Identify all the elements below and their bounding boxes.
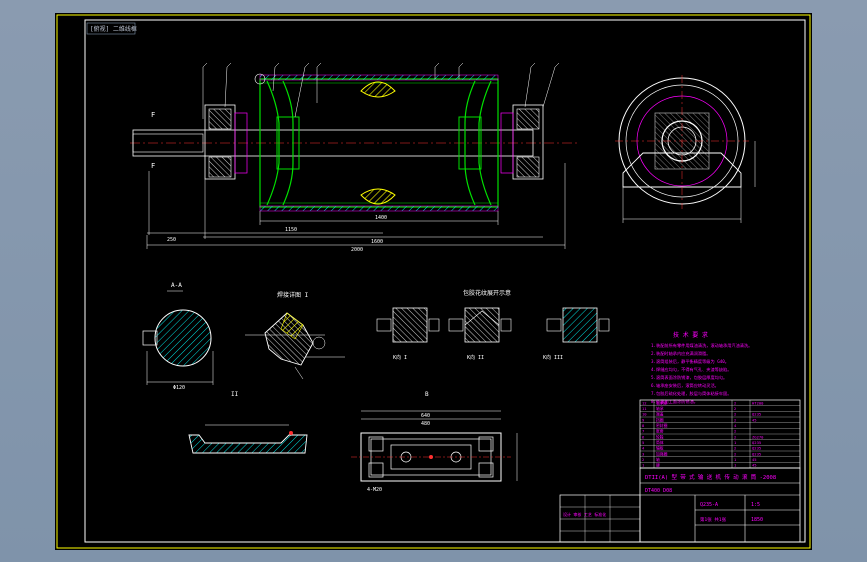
drawing-canvas: [俯视] 二维线框 F F 2000 1150 1600 1400 250 A-… [56,14,811,549]
parts-cell: 8 [642,423,645,428]
title-block: DTII(A) 型 带 式 输 送 机 传 动 滚 筒 -2008 DT400 … [639,467,801,543]
label-rubber-patterns: 包胶花纹展开示意 [463,289,511,297]
bearing-right [500,104,544,180]
drawing-title: DTII(A) 型 带 式 输 送 机 传 动 滚 筒 -2008 [645,473,776,481]
parts-cell: 2 [734,412,736,417]
parts-cell: 2 [734,406,736,411]
tech-req-line-6: 6.轴承座安装后，滚筒应转动灵活。 [651,382,719,389]
parts-cell: 1 [642,463,645,468]
company-stamp: 设计 审核 工艺 标准化 [563,511,606,517]
label-view-b: B [425,391,429,398]
parts-cell: Q235 [752,446,761,451]
tech-req-line-4: 4.焊缝应均匀，不得有气孔、夹渣等缺陷。 [651,366,731,373]
parts-cell: 45 [752,463,757,468]
section-a-a: A-A Φ120 [142,282,214,391]
dim-k: 640 [421,413,430,419]
parts-cell: 1 [734,457,737,462]
label-detail-ii: II [231,391,239,398]
tech-req-line-3: 3.滚筒组装后，静平衡精度等级为 G40。 [651,358,729,365]
view-b: II [188,391,308,454]
approval-block: 设计 审核 工艺 标准化 [559,494,641,543]
tech-req-line-1: 1.装配前所有零件用煤油清洗，滚动轴承用汽油清洗。 [651,342,752,349]
rubber-pattern-views: 包胶花纹展开示意 K向 I K向 II K向 III [376,289,610,361]
parts-table: 12 轴承座 2 HT20011 轴承 210 端盖 2 Q2359 挡圈 2 458 密封圈 47 胀套 2… [639,399,801,469]
material: Q235-A [700,502,718,508]
parts-cell: 轴 [656,457,660,462]
cad-viewport[interactable]: [俯视] 二维线框 F F 2000 1150 1600 1400 250 A-… [55,13,812,550]
parts-cell: Q235 [752,440,761,445]
bearing-left [204,104,248,180]
scale: 1:5 [751,502,760,508]
label-view-k3: K向 III [543,354,563,361]
parts-cell: 2 [734,429,736,434]
parts-cell: 2 [734,451,736,456]
parts-cell: 45 [752,417,757,422]
parts-cell: Q235 [752,412,761,417]
tech-req-line-2: 2.装配时轴承内应充满润滑脂。 [651,350,710,357]
parts-cell: 11 [642,406,647,411]
lagging-bottom [360,188,396,205]
weld-detail: 焊接详图 I [245,291,345,380]
label-view-k2: K向 II [467,354,484,361]
dim-bearing-span: 1600 [371,239,383,245]
label-weld-detail: 焊接详图 I [277,291,309,299]
parts-cell: 12 [642,400,647,405]
parts-cell: 9 [642,417,645,422]
parts-cell: 2 [734,417,736,422]
dim-shaft-ext: 250 [167,237,176,243]
parts-cell: 加强圈 [656,451,668,456]
dim-overall: 2000 [351,247,363,253]
tech-req-title: 技 术 要 求 [673,331,708,339]
bearing-housing-plan: B 640 480 4-M20 [351,391,518,493]
parts-cell: 键 [656,463,660,468]
parts-cell: 2 [734,446,736,451]
parts-cell: 密封圈 [656,423,668,428]
parts-cell: 胀套 [656,429,664,434]
svg-text:F: F [151,111,155,119]
parts-cell: 7 [642,429,644,434]
pulley-main-view: F F 2000 1150 1600 1400 250 [130,62,580,253]
parts-cell: 2 [734,400,736,405]
dim-body-len: 1400 [375,215,387,221]
parts-cell: 4 [734,423,737,428]
dim-base-len: 480 [421,421,430,427]
svg-text:F: F [151,162,155,170]
tech-req-line-5: 5.滚筒表面涂防锈漆，包胶层厚度均匀。 [651,374,727,381]
part-code: DT400 D08 [645,488,672,494]
parts-cell: 4 [642,446,645,451]
parts-cell: 挡圈 [656,417,664,422]
lagging-top [360,81,396,98]
parts-cell: 2 [734,434,736,439]
label-view-k1: K向 I [393,354,407,361]
parts-cell: 轴承座 [656,400,668,405]
parts-cell: 1 [734,440,737,445]
parts-cell: 6 [642,434,645,439]
dim-sec-dia: Φ120 [173,385,185,391]
parts-cell: ZG270 [752,434,764,439]
sheet-info: 第1张 共1张 [700,516,727,523]
parts-cell: 10 [642,412,647,417]
parts-cell: 3 [642,451,644,456]
parts-cell: 端盖 [656,412,664,417]
tech-req-line-7: 7.包胶后硫化处理，胶层与筒体粘接牢固。 [651,390,731,397]
parts-cell: 5 [642,440,644,445]
parts-cell: 筒体 [656,440,664,445]
parts-cell: 轮毂 [656,434,664,439]
pulley-side-view [615,75,756,223]
parts-cell: 45 [752,457,757,462]
parts-cell: HT200 [752,400,764,405]
parts-cell: 轴承 [656,406,664,411]
label-section-a: A-A [171,282,182,289]
parts-cell: Q235 [752,451,761,456]
parts-cell: 辐板 [656,446,664,451]
label-bolt-note: 4-M20 [367,487,382,493]
parts-cell: 1 [734,463,737,468]
parts-cell: 2 [642,457,644,462]
dim-center: 1150 [285,227,297,233]
view-label[interactable]: [俯视] 二维线框 [90,25,137,33]
mass: 1850 [751,517,763,523]
tech-requirements: 技 术 要 求 1.装配前所有零件用煤油清洗，滚动轴承用汽油清洗。 2.装配时轴… [651,331,752,405]
